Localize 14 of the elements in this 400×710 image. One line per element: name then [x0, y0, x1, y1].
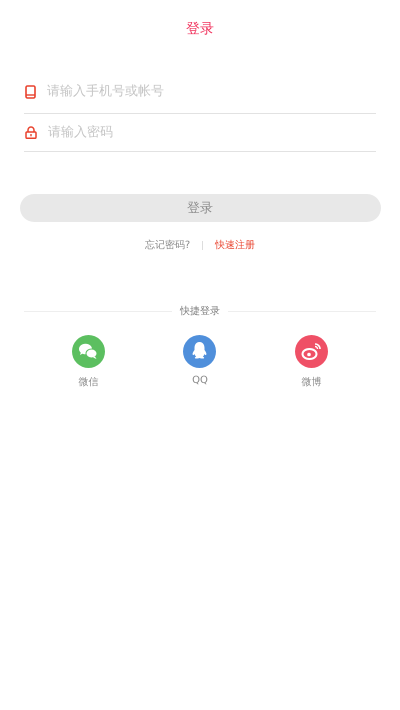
social-login-label: 微博 [301, 376, 322, 389]
lock-icon [25, 126, 37, 139]
quick-login-title: 快捷登录 [180, 304, 220, 318]
register-link[interactable]: 快速注册 [215, 238, 256, 252]
social-login-label: 微信 [78, 376, 99, 389]
input-field[interactable]: 请输入密码 [48, 125, 376, 140]
page-title: 登录 [186, 20, 214, 39]
phone-icon [25, 84, 36, 98]
chat-bubbles-icon[interactable] [72, 335, 106, 368]
input-field[interactable]: 请输入手机号或帐号 [47, 84, 376, 99]
penguin-icon[interactable] [183, 335, 216, 368]
eye-icon[interactable] [294, 335, 328, 368]
forgot-password-link[interactable]: 忘记密码? [144, 238, 190, 252]
social-login-label: QQ [192, 375, 208, 386]
